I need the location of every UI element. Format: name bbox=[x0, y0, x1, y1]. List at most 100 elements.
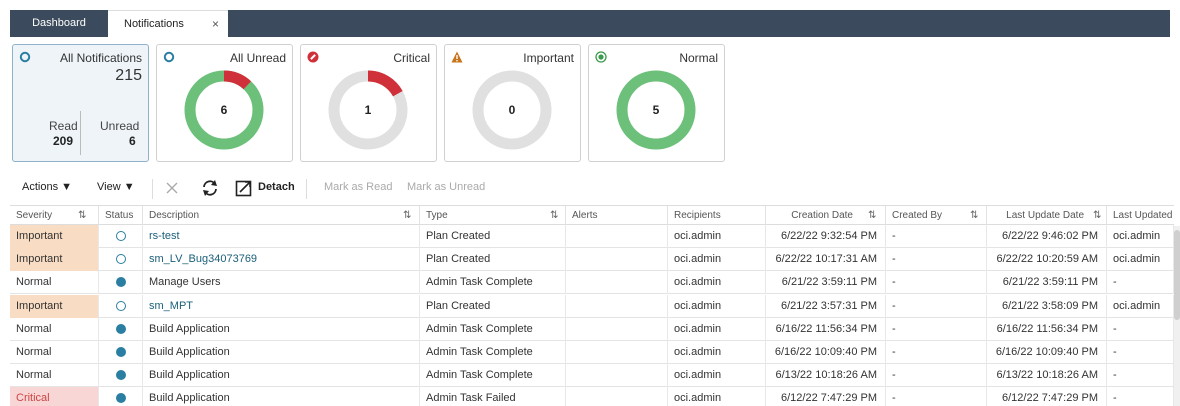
notification-link[interactable]: Build Application bbox=[149, 323, 230, 335]
tab-dashboard[interactable]: Dashboard bbox=[10, 10, 108, 37]
table-row[interactable]: Normal Build Application Admin Task Comple… bbox=[10, 364, 1174, 388]
cell-created-by: - bbox=[886, 317, 987, 341]
actions-menu[interactable]: Actions ▼ bbox=[22, 181, 72, 193]
notification-link[interactable]: sm_LV_Bug34073769 bbox=[149, 253, 257, 265]
cell-recipients: oci.admin bbox=[668, 387, 766, 406]
table-row[interactable]: Important sm_LV_Bug34073769 Plan Created oc… bbox=[10, 248, 1174, 272]
cell-alerts bbox=[566, 317, 668, 341]
cell-last-update-date: 6/12/22 7:47:29 PM bbox=[987, 387, 1107, 406]
close-icon[interactable] bbox=[165, 178, 179, 198]
cell-creation-date: 6/21/22 3:59:11 PM bbox=[766, 271, 886, 295]
table-row[interactable]: Normal Manage Users Admin Task Complete oci… bbox=[10, 271, 1174, 295]
cell-recipients: oci.admin bbox=[668, 364, 766, 388]
scrollbar-thumb[interactable] bbox=[1174, 230, 1180, 320]
cell-status bbox=[99, 317, 143, 341]
read-count: 209 bbox=[53, 134, 74, 148]
cell-severity: Normal bbox=[10, 364, 99, 388]
column-header-status[interactable]: Status bbox=[99, 206, 143, 225]
card-all-notifications[interactable]: All Notifications 215 Read 209 Unread 6 bbox=[12, 44, 149, 162]
column-header-severity[interactable]: Severity ⇅ bbox=[10, 206, 99, 225]
cell-type: Plan Created bbox=[420, 294, 566, 318]
cell-status bbox=[99, 341, 143, 364]
notification-link[interactable]: sm_MPT bbox=[149, 300, 193, 312]
notification-link[interactable]: Build Application bbox=[149, 369, 230, 381]
cell-status bbox=[99, 271, 143, 295]
notification-link[interactable]: Build Application bbox=[149, 392, 230, 404]
card-normal[interactable]: Normal 5 bbox=[588, 44, 725, 162]
cell-alerts bbox=[566, 248, 668, 272]
notification-link[interactable]: Manage Users bbox=[149, 276, 221, 288]
table-row[interactable]: Normal Build Application Admin Task Comple… bbox=[10, 341, 1174, 364]
cell-last-updated-by: - bbox=[1107, 387, 1174, 406]
cell-last-updated-by: - bbox=[1107, 364, 1174, 388]
donut-value: 1 bbox=[364, 103, 372, 117]
toolbar-separator bbox=[152, 179, 153, 199]
cell-description: Build Application bbox=[143, 387, 420, 406]
cell-severity: Normal bbox=[10, 271, 99, 295]
refresh-icon[interactable] bbox=[200, 178, 220, 198]
read-status-icon[interactable] bbox=[115, 323, 126, 334]
cell-creation-date: 6/16/22 11:56:34 PM bbox=[766, 317, 886, 341]
column-header-created-by[interactable]: Created By ⇅ bbox=[886, 206, 987, 225]
cell-severity: Normal bbox=[10, 341, 99, 364]
mark-as-read-button[interactable]: Mark as Read bbox=[324, 181, 392, 193]
column-header-creation-date[interactable]: Creation Date ⇅ bbox=[766, 206, 886, 225]
card-all-unread[interactable]: All Unread 6 bbox=[156, 44, 293, 162]
detach-icon[interactable] bbox=[235, 178, 253, 198]
column-header-description[interactable]: Description ⇅ bbox=[143, 206, 420, 225]
column-header-last-updated-by[interactable]: Last Updated By bbox=[1107, 206, 1174, 225]
cell-type: Admin Task Complete bbox=[420, 271, 566, 295]
cell-alerts bbox=[566, 294, 668, 318]
detach-button[interactable]: Detach bbox=[258, 181, 295, 193]
cell-type: Plan Created bbox=[420, 248, 566, 272]
read-status-icon[interactable] bbox=[115, 347, 126, 358]
unread-status-icon[interactable] bbox=[115, 300, 126, 311]
view-menu[interactable]: View ▼ bbox=[97, 181, 135, 193]
cell-description: sm_LV_Bug34073769 bbox=[143, 248, 420, 272]
tab-notifications[interactable]: Notifications × bbox=[108, 10, 228, 37]
cell-created-by: - bbox=[886, 271, 987, 295]
read-status-icon[interactable] bbox=[115, 370, 126, 381]
cell-type: Admin Task Complete bbox=[420, 364, 566, 388]
toolbar: Actions ▼ View ▼ Detach Mark as Read Mar… bbox=[0, 176, 1180, 202]
notification-link[interactable]: Build Application bbox=[149, 346, 230, 358]
cell-last-update-date: 6/22/22 9:46:02 PM bbox=[987, 225, 1107, 248]
cell-last-update-date: 6/16/22 10:09:40 PM bbox=[987, 341, 1107, 364]
cell-recipients: oci.admin bbox=[668, 248, 766, 272]
column-header-alerts[interactable]: Alerts bbox=[566, 206, 668, 225]
cell-status bbox=[99, 364, 143, 388]
read-status-icon[interactable] bbox=[115, 393, 126, 404]
column-header-last-update-date[interactable]: Last Update Date ⇅ bbox=[987, 206, 1107, 225]
card-important[interactable]: Important 0 bbox=[444, 44, 581, 162]
notification-link[interactable]: rs-test bbox=[149, 230, 180, 242]
cell-recipients: oci.admin bbox=[668, 271, 766, 295]
cell-created-by: - bbox=[886, 248, 987, 272]
cell-alerts bbox=[566, 271, 668, 295]
table-row[interactable]: Critical Build Application Admin Task Fail… bbox=[10, 387, 1174, 406]
table-row[interactable]: Important sm_MPT Plan Created oci.admin 6/21… bbox=[10, 294, 1174, 318]
column-header-recipients[interactable]: Recipients bbox=[668, 206, 766, 225]
close-icon[interactable]: × bbox=[212, 11, 219, 38]
divider bbox=[80, 111, 81, 155]
unread-status-icon[interactable] bbox=[115, 231, 126, 242]
cell-last-update-date: 6/16/22 11:56:34 PM bbox=[987, 317, 1107, 341]
column-header-type[interactable]: Type ⇅ bbox=[420, 206, 566, 225]
warning-icon bbox=[451, 51, 463, 63]
cell-severity: Normal bbox=[10, 317, 99, 341]
cell-description: rs-test bbox=[143, 225, 420, 248]
unread-status-icon[interactable] bbox=[115, 254, 126, 265]
cell-type: Admin Task Complete bbox=[420, 317, 566, 341]
cell-status bbox=[99, 294, 143, 318]
cell-last-updated-by: oci.admin bbox=[1107, 248, 1174, 272]
cell-recipients: oci.admin bbox=[668, 225, 766, 248]
read-status-icon[interactable] bbox=[115, 277, 126, 288]
card-title: Normal bbox=[679, 51, 718, 65]
mark-as-unread-button[interactable]: Mark as Unread bbox=[407, 181, 485, 193]
card-title: Critical bbox=[393, 51, 430, 65]
cell-creation-date: 6/12/22 7:47:29 PM bbox=[766, 387, 886, 406]
table-row[interactable]: Normal Build Application Admin Task Comple… bbox=[10, 317, 1174, 341]
card-critical[interactable]: Critical 1 bbox=[300, 44, 437, 162]
table-row[interactable]: Important rs-test Plan Created oci.admin 6/2… bbox=[10, 225, 1174, 248]
cell-alerts bbox=[566, 364, 668, 388]
cell-recipients: oci.admin bbox=[668, 341, 766, 364]
